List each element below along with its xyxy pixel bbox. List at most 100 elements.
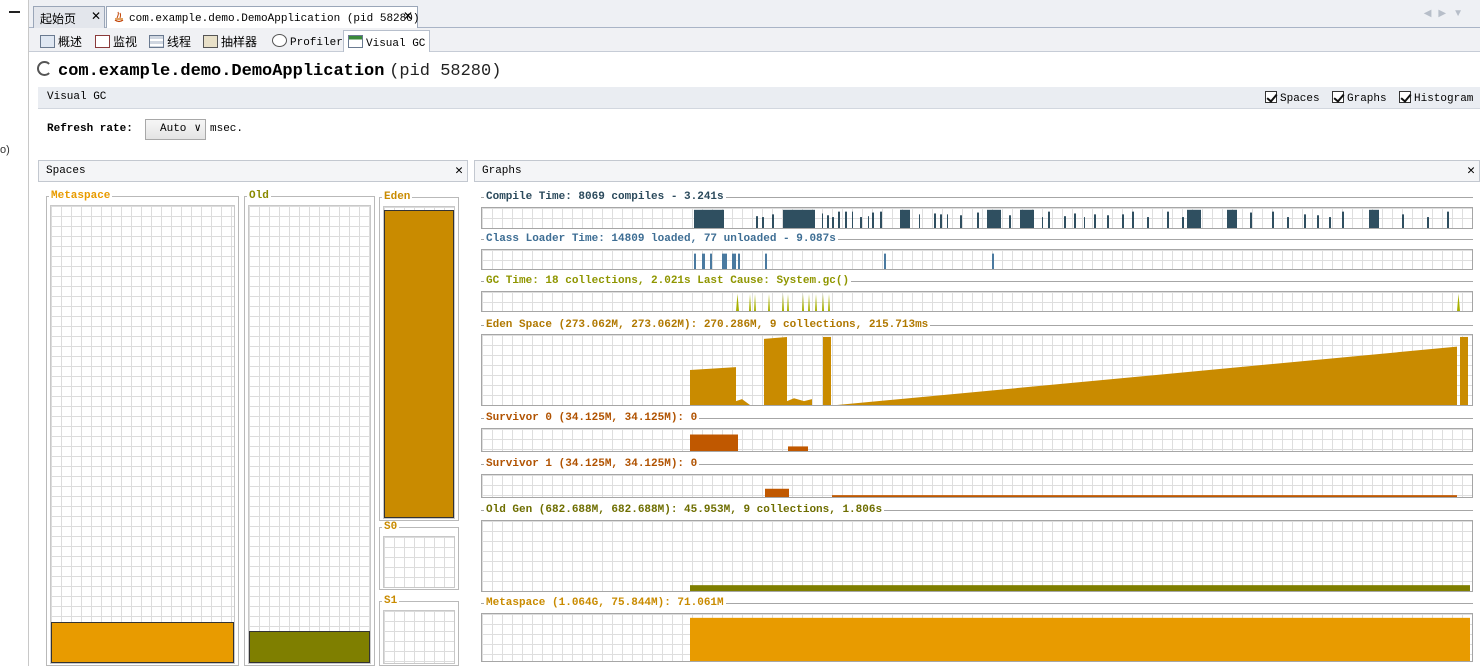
- page-title: com.example.demo.DemoApplication (pid 58…: [37, 60, 501, 81]
- gc-spike: [787, 293, 789, 311]
- compile-spike: [868, 216, 869, 228]
- space-fill: [384, 210, 454, 518]
- tab-visual-gc[interactable]: Visual GC: [343, 30, 431, 52]
- space-fill: [249, 631, 370, 663]
- compile-spike: [919, 214, 920, 228]
- eden-area: [1460, 336, 1468, 405]
- close-icon[interactable]: ✕: [455, 163, 463, 178]
- close-icon[interactable]: ✕: [1467, 163, 1475, 178]
- compile-spike: [694, 209, 724, 228]
- minimize-icon[interactable]: [9, 11, 20, 13]
- tab-sampler[interactable]: 抽样器: [199, 30, 261, 52]
- gc-spike: [749, 293, 751, 311]
- tab-monitor[interactable]: 监视: [91, 30, 141, 52]
- graph-eden-space: Eden Space (273.062M, 273.062M): 270.286…: [481, 319, 1473, 406]
- space-label: S1: [382, 595, 400, 607]
- compile-spike: [1427, 217, 1429, 228]
- graphs-panel-title: Graphs: [482, 165, 522, 177]
- tab-label: 抽样器: [221, 35, 258, 49]
- compile-spike: [934, 213, 936, 228]
- compile-spike: [1042, 217, 1043, 228]
- compile-spike: [832, 217, 834, 228]
- compile-spike: [772, 214, 774, 228]
- compile-spike: [1447, 211, 1449, 228]
- graph-compile-time: Compile Time: 8069 compiles - 3.241s: [481, 191, 1473, 229]
- gc-spike: [1457, 293, 1460, 311]
- tab-threads[interactable]: 线程: [145, 30, 195, 52]
- monitor-icon: [95, 35, 110, 48]
- compile-spike: [762, 217, 764, 228]
- space-label: Eden: [382, 191, 413, 203]
- truncated-text: o): [0, 144, 10, 156]
- space-eden: Eden: [379, 191, 459, 521]
- checkbox-icon: [1265, 91, 1277, 103]
- checkbox-label: Spaces: [1280, 93, 1320, 105]
- compile-spike: [1167, 211, 1169, 228]
- tab-nav-arrows[interactable]: ◀▶▼: [1424, 8, 1470, 19]
- compile-spike: [987, 209, 1001, 228]
- gc-spike: [802, 293, 804, 311]
- eden-space-plot: [690, 336, 1468, 405]
- left-side-panel: o): [0, 0, 29, 666]
- app-pid: (pid 58280): [389, 62, 502, 81]
- graph-metaspace: Metaspace (1.064G, 75.844M): 71.061M: [481, 597, 1473, 662]
- compile-spike: [977, 212, 979, 228]
- sampler-icon: [203, 35, 218, 48]
- editor-tab-bar: 起始页 ✕ com.example.demo.DemoApplication (…: [29, 0, 1480, 29]
- graph-label: GC Time: 18 collections, 2.021s Last Cau…: [484, 275, 852, 287]
- refresh-rate-unit: msec.: [210, 123, 244, 135]
- compile-spike: [947, 214, 948, 228]
- tab-demo-application[interactable]: com.example.demo.DemoApplication (pid 58…: [106, 6, 420, 29]
- tab-label: 概述: [58, 35, 83, 49]
- tab-label: 监视: [113, 35, 138, 49]
- metaspace-plot: [690, 617, 1470, 661]
- compile-spike: [1147, 217, 1149, 228]
- space-old: Old: [244, 190, 375, 666]
- classloader-spike: [694, 253, 696, 269]
- chevron-down-icon: ∨: [194, 123, 201, 135]
- compile-spike: [1132, 211, 1134, 228]
- s1-area: [832, 495, 1457, 497]
- tab-overview[interactable]: 概述: [36, 30, 86, 52]
- compile-spike: [1317, 215, 1319, 228]
- visual-gc-title: Visual GC: [47, 91, 107, 103]
- view-tab-bar: 概述 监视 线程 抽样器 Profiler Visual GC: [29, 28, 1480, 52]
- compile-spike: [822, 213, 823, 228]
- survivor-1-plot: [765, 488, 1457, 497]
- compile-spike: [1048, 211, 1050, 228]
- tab-label: com.example.demo.DemoApplication (pid 58…: [129, 13, 420, 25]
- compile-spike: [1250, 212, 1252, 228]
- tab-label: 线程: [167, 35, 192, 49]
- compile-spike: [1094, 214, 1096, 228]
- compile-spike: [1009, 215, 1011, 228]
- close-icon[interactable]: ✕: [91, 9, 101, 23]
- gc-spike: [808, 293, 810, 311]
- compile-spike: [1107, 215, 1109, 228]
- close-icon[interactable]: ✕: [403, 9, 413, 23]
- histogram-checkbox[interactable]: Histogram: [1399, 91, 1473, 105]
- survivor-0-plot: [690, 434, 808, 451]
- eden-area: [823, 336, 831, 405]
- compile-spike: [1227, 209, 1237, 228]
- tab-label: Visual GC: [366, 38, 426, 50]
- classloader-spike: [992, 253, 994, 269]
- space-s1: S1: [379, 595, 459, 666]
- space-fill: [51, 621, 234, 663]
- compile-spike: [756, 216, 758, 228]
- gc-spike: [754, 293, 756, 311]
- space-s0: S0: [379, 521, 459, 590]
- old-gen-plot: [690, 585, 1470, 591]
- eden-area: [837, 346, 1457, 405]
- graphs-checkbox[interactable]: Graphs: [1332, 91, 1387, 105]
- spaces-checkbox[interactable]: Spaces: [1265, 91, 1320, 105]
- compile-spike: [1329, 217, 1331, 228]
- compile-spike: [852, 211, 853, 228]
- overview-icon: [40, 35, 55, 48]
- refresh-rate-select[interactable]: Auto ∨: [145, 119, 206, 140]
- tab-label: 起始页: [40, 12, 77, 26]
- visual-gc-header: Visual GC Spaces Graphs Histogram: [38, 87, 1480, 109]
- tab-profiler[interactable]: Profiler: [268, 30, 347, 52]
- profiler-icon: [272, 34, 287, 47]
- s0-area: [788, 446, 808, 451]
- compile-spike: [845, 211, 847, 228]
